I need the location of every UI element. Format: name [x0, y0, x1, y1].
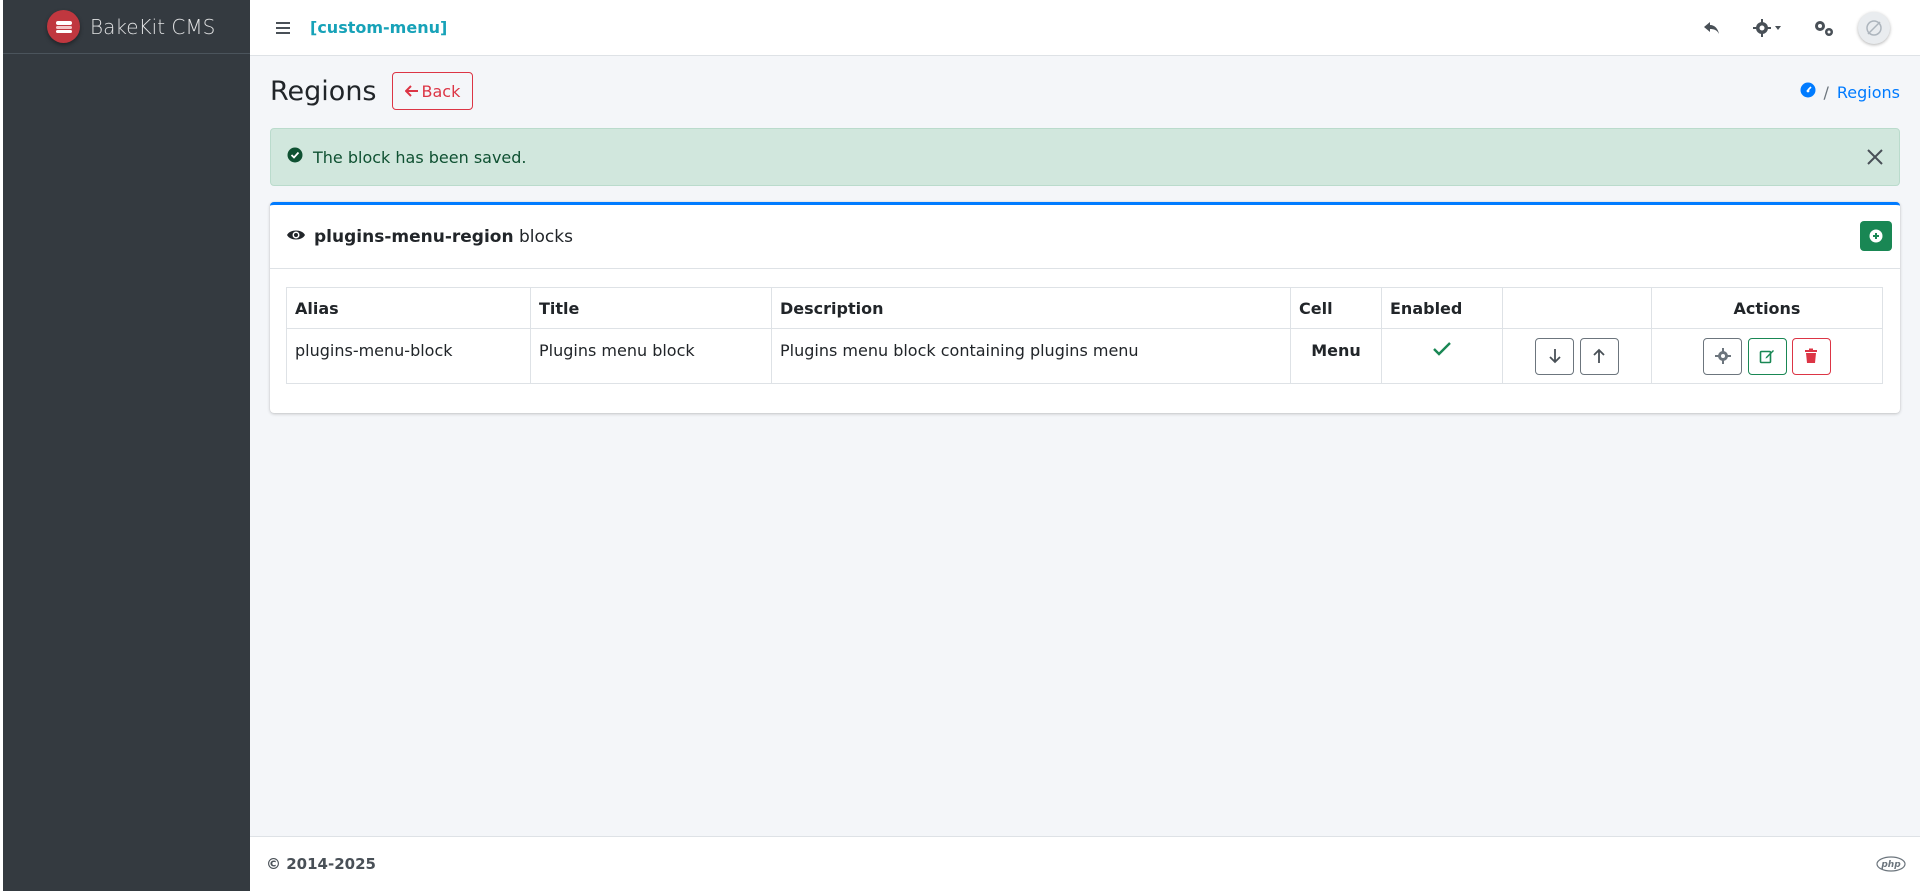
- dashboard-icon[interactable]: [1800, 82, 1816, 102]
- column-header-enabled[interactable]: Enabled: [1381, 287, 1503, 329]
- table-header-row: Alias Title Description Cell Enabled Act…: [286, 287, 1883, 329]
- page-header: Regions Back: [270, 72, 474, 110]
- region-name: plugins-menu-region: [314, 226, 514, 247]
- top-navbar: [custom-menu]: [250, 0, 1920, 56]
- column-header-cell[interactable]: Cell: [1290, 287, 1382, 329]
- card-header: plugins-menu-region blocks: [270, 205, 1900, 269]
- cell-cell: Menu: [1290, 328, 1382, 384]
- check-icon: [1433, 342, 1451, 356]
- column-header-actions: Actions: [1651, 287, 1883, 329]
- cell-description: Plugins menu block containing plugins me…: [771, 328, 1291, 384]
- breadcrumb: / Regions: [1800, 82, 1900, 102]
- brand-text: BakeKit CMS: [90, 14, 216, 39]
- add-block-button[interactable]: [1860, 221, 1892, 251]
- column-header-alias[interactable]: Alias: [286, 287, 531, 329]
- breadcrumb-separator: /: [1823, 82, 1829, 102]
- edit-button[interactable]: [1747, 337, 1787, 375]
- gear-dropdown-icon[interactable]: [1740, 0, 1796, 56]
- sidebar: BakeKit CMS: [0, 0, 250, 891]
- main-content: Regions Back / Regions The block has bee…: [250, 56, 1920, 836]
- blocks-table: Alias Title Description Cell Enabled Act…: [286, 287, 1883, 384]
- cell-actions: [1651, 328, 1883, 384]
- region-blocks-card: plugins-menu-region blocks Alias Title D…: [270, 202, 1900, 413]
- card-title-suffix: blocks: [518, 226, 573, 247]
- footer: © 2014-2025 php: [250, 836, 1920, 891]
- svg-text:php: php: [1880, 860, 1901, 870]
- cell-order: [1502, 328, 1652, 384]
- column-header-title[interactable]: Title: [530, 287, 772, 329]
- move-up-button[interactable]: [1579, 337, 1619, 375]
- trash-icon: [1805, 348, 1818, 363]
- gear-icon: [1714, 348, 1731, 364]
- plus-circle-icon: [1869, 229, 1883, 243]
- brand-logo-icon: [47, 10, 80, 43]
- back-button-label: Back: [421, 81, 461, 101]
- close-icon[interactable]: [1865, 147, 1885, 171]
- card-title: plugins-menu-region blocks: [314, 227, 573, 247]
- edit-icon: [1759, 350, 1774, 364]
- hamburger-icon[interactable]: [276, 21, 296, 35]
- php-logo-icon: php: [1876, 856, 1906, 876]
- site-label[interactable]: [custom-menu]: [310, 18, 447, 37]
- column-header-description[interactable]: Description: [771, 287, 1291, 329]
- page-title: Regions: [270, 75, 377, 107]
- brand-link[interactable]: BakeKit CMS: [3, 0, 250, 54]
- settings-button[interactable]: [1703, 337, 1743, 375]
- navbar-right: [1684, 0, 1890, 56]
- avatar[interactable]: [1858, 12, 1890, 44]
- check-circle-icon: [287, 147, 303, 167]
- reply-icon[interactable]: [1684, 0, 1740, 56]
- table-row: plugins-menu-block Plugins menu block Pl…: [286, 328, 1883, 384]
- breadcrumb-item-regions[interactable]: Regions: [1837, 83, 1900, 102]
- success-alert: The block has been saved.: [270, 128, 1900, 186]
- cell-enabled[interactable]: [1381, 328, 1503, 384]
- alert-message: The block has been saved.: [313, 147, 527, 167]
- cell-alias: plugins-menu-block: [286, 328, 531, 384]
- column-header-order: [1502, 287, 1652, 329]
- back-button[interactable]: Back: [391, 72, 474, 110]
- arrow-down-icon: [1549, 349, 1561, 364]
- arrow-left-icon: [404, 85, 418, 97]
- footer-copyright: © 2014-2025: [266, 855, 376, 873]
- eye-icon: [286, 227, 306, 246]
- cell-title: Plugins menu block: [530, 328, 772, 384]
- gears-icon[interactable]: [1796, 0, 1852, 56]
- move-down-button[interactable]: [1535, 337, 1575, 375]
- delete-button[interactable]: [1791, 337, 1831, 375]
- arrow-up-icon: [1593, 348, 1605, 363]
